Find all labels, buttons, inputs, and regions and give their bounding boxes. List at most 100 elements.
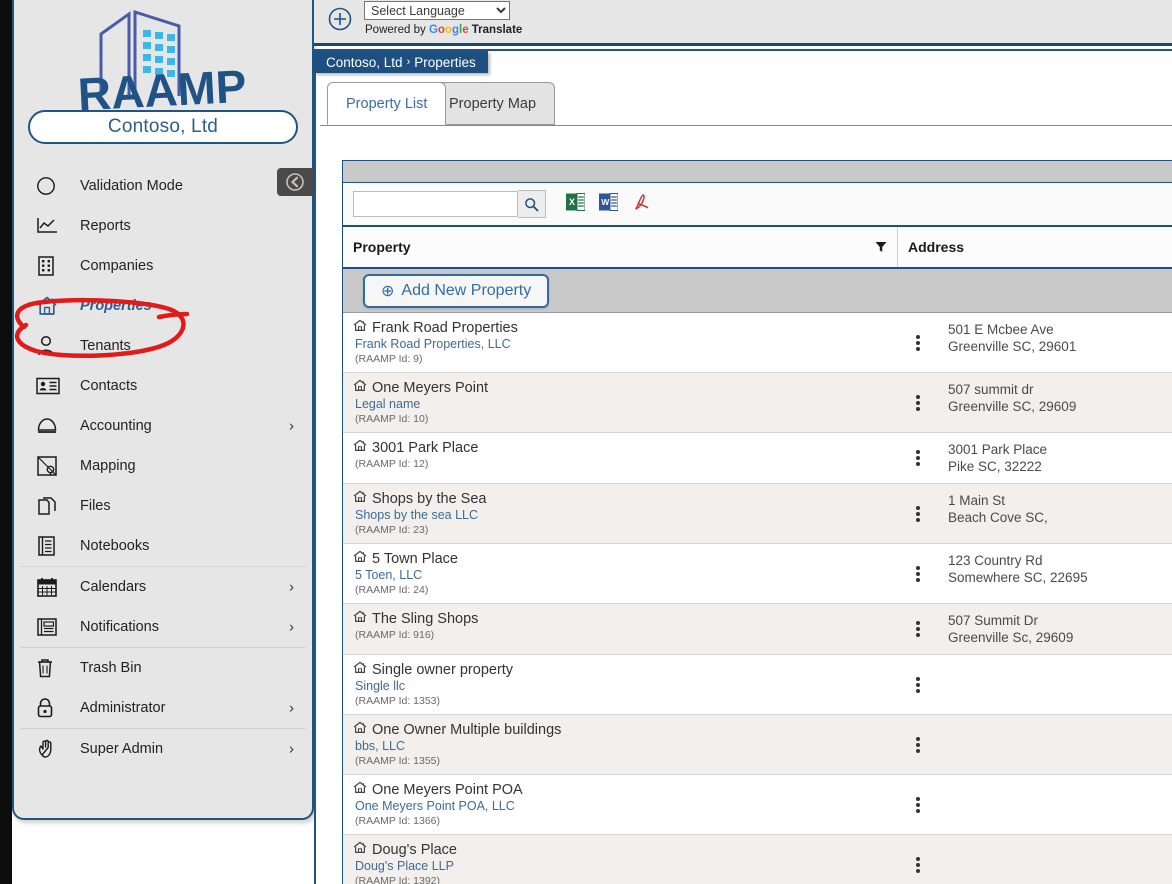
table-row[interactable]: 3001 Park Place (RAAMP Id: 12) 3001 Park P… bbox=[343, 433, 1172, 484]
chevron-right-icon[interactable]: › bbox=[289, 579, 294, 596]
address-line-2: Beach Cove SC, bbox=[948, 510, 1048, 525]
cell-address: 123 Country Rd Somewhere SC, 22695 bbox=[938, 544, 1172, 603]
sidebar-item-companies[interactable]: Companies bbox=[14, 246, 312, 286]
address-line-1: 123 Country Rd bbox=[948, 553, 1043, 568]
table-row[interactable]: The Sling Shops (RAAMP Id: 916) 507 Summit… bbox=[343, 604, 1172, 655]
language-select[interactable]: Select Language bbox=[364, 1, 510, 20]
sidebar-item-properties[interactable]: Properties bbox=[14, 286, 312, 326]
row-actions-menu-button[interactable] bbox=[898, 775, 938, 834]
table-row[interactable]: One Owner Multiple buildings bbs, LLC (RAA… bbox=[343, 715, 1172, 775]
table-row[interactable]: One Meyers Point POA One Meyers Point POA… bbox=[343, 775, 1172, 835]
sidebar-collapse-button[interactable] bbox=[277, 168, 313, 196]
property-name[interactable]: 5 Town Place bbox=[353, 550, 898, 568]
add-new-property-button[interactable]: ⊕ Add New Property bbox=[363, 273, 550, 308]
chevron-right-icon[interactable]: › bbox=[289, 619, 294, 636]
contact-card-icon bbox=[36, 373, 70, 399]
kebab-dot bbox=[916, 633, 920, 637]
excel-export-icon[interactable]: X bbox=[566, 192, 586, 217]
home-icon bbox=[36, 293, 70, 319]
kebab-dot bbox=[916, 571, 920, 576]
search-input[interactable] bbox=[353, 191, 518, 217]
sidebar-item-label: Calendars bbox=[80, 579, 147, 595]
property-raamp-id: (RAAMP Id: 1353) bbox=[355, 695, 441, 707]
kebab-dot bbox=[916, 742, 920, 747]
cell-address: 507 Summit Dr Greenville Sc, 29609 bbox=[938, 604, 1172, 654]
sidebar-item-label: Properties bbox=[80, 298, 152, 314]
property-name[interactable]: Shops by the Sea bbox=[353, 490, 898, 508]
breadcrumb-company[interactable]: Contoso, Ltd bbox=[326, 55, 403, 70]
property-name-text: 3001 Park Place bbox=[372, 439, 479, 456]
pdf-export-icon[interactable] bbox=[632, 192, 652, 217]
property-name[interactable]: The Sling Shops bbox=[353, 610, 898, 628]
property-name[interactable]: Frank Road Properties bbox=[353, 319, 898, 337]
chevron-right-icon[interactable]: › bbox=[289, 418, 294, 435]
sidebar-item-label: Validation Mode bbox=[80, 178, 183, 194]
table-row[interactable]: Single owner property Single llc (RAAMP Id… bbox=[343, 655, 1172, 715]
sidebar-item-notebooks[interactable]: Notebooks bbox=[14, 526, 312, 566]
google-translate-bar: Select Language Powered by Google Transl… bbox=[314, 0, 1172, 46]
property-raamp-id: (RAAMP Id: 10) bbox=[355, 413, 429, 425]
filter-icon[interactable] bbox=[875, 241, 887, 253]
cell-address: 507 summit dr Greenville SC, 29609 bbox=[938, 373, 1172, 432]
kebab-dot bbox=[916, 627, 920, 631]
column-header-property[interactable]: Property bbox=[343, 227, 898, 267]
sidebar-item-super-admin[interactable]: Super Admin › bbox=[14, 729, 312, 769]
table-row[interactable]: Frank Road Properties Frank Road Properti… bbox=[343, 313, 1172, 373]
sidebar-item-contacts[interactable]: Contacts bbox=[14, 366, 312, 406]
row-actions-menu-button[interactable] bbox=[898, 433, 938, 483]
row-actions-menu-button[interactable] bbox=[898, 655, 938, 714]
property-legal-name: Frank Road Properties, LLC bbox=[355, 337, 511, 351]
grid-top-band bbox=[343, 161, 1172, 183]
cell-property: Doug's Place Doug's Place LLP (RAAMP Id: 1… bbox=[343, 835, 898, 884]
sidebar-item-validation-mode[interactable]: Validation Mode bbox=[14, 166, 312, 206]
row-actions-menu-button[interactable] bbox=[898, 604, 938, 654]
property-name[interactable]: One Meyers Point bbox=[353, 379, 898, 397]
add-circle-icon[interactable] bbox=[328, 7, 352, 36]
cell-address: 3001 Park Place Pike SC, 32222 bbox=[938, 433, 1172, 483]
notebook-icon bbox=[36, 533, 70, 559]
column-header-address[interactable]: Address bbox=[898, 227, 1172, 267]
company-name-pill[interactable]: Contoso, Ltd bbox=[28, 110, 298, 144]
row-actions-menu-button[interactable] bbox=[898, 715, 938, 774]
cell-property: One Owner Multiple buildings bbs, LLC (RAA… bbox=[343, 715, 898, 774]
sidebar-item-tenants[interactable]: Tenants bbox=[14, 326, 312, 366]
word-export-icon[interactable]: W bbox=[599, 192, 619, 217]
table-row[interactable]: One Meyers Point Legal name (RAAMP Id: 10)… bbox=[343, 373, 1172, 433]
chevron-right-icon[interactable]: › bbox=[289, 700, 294, 717]
kebab-dot bbox=[916, 688, 920, 693]
property-raamp-id: (RAAMP Id: 916) bbox=[355, 629, 435, 641]
kebab-dot bbox=[916, 406, 920, 411]
tab-property-map-label: Property Map bbox=[449, 95, 537, 112]
property-name[interactable]: Doug's Place bbox=[353, 841, 898, 859]
sidebar-item-administrator[interactable]: Administrator › bbox=[14, 688, 312, 728]
tab-property-map[interactable]: Property Map bbox=[430, 82, 556, 125]
kebab-dot bbox=[916, 334, 920, 339]
row-actions-menu-button[interactable] bbox=[898, 484, 938, 543]
sidebar-item-notifications[interactable]: Notifications › bbox=[14, 607, 312, 647]
table-row[interactable]: Doug's Place Doug's Place LLP (RAAMP Id: 1… bbox=[343, 835, 1172, 884]
row-actions-menu-button[interactable] bbox=[898, 313, 938, 372]
sidebar-item-label: Trash Bin bbox=[80, 660, 142, 676]
property-name[interactable]: One Meyers Point POA bbox=[353, 781, 898, 799]
sidebar-item-files[interactable]: Files bbox=[14, 486, 312, 526]
row-actions-menu-button[interactable] bbox=[898, 373, 938, 432]
table-row[interactable]: Shops by the Sea Shops by the sea LLC (RAA… bbox=[343, 484, 1172, 544]
sidebar-item-calendars[interactable]: Calendars › bbox=[14, 567, 312, 607]
search-button[interactable] bbox=[518, 190, 546, 218]
property-name[interactable]: One Owner Multiple buildings bbox=[353, 721, 898, 739]
tab-property-list[interactable]: Property List bbox=[327, 82, 447, 125]
kebab-dot bbox=[916, 456, 920, 460]
row-actions-menu-button[interactable] bbox=[898, 544, 938, 603]
sidebar-item-mapping[interactable]: Mapping bbox=[14, 446, 312, 486]
property-name[interactable]: Single owner property bbox=[353, 661, 898, 679]
kebab-dot bbox=[916, 450, 920, 454]
table-row[interactable]: 5 Town Place 5 Toen, LLC (RAAMP Id: 24) 123… bbox=[343, 544, 1172, 604]
sidebar-item-accounting[interactable]: Accounting › bbox=[14, 406, 312, 446]
property-legal-name: Shops by the sea LLC bbox=[355, 508, 478, 522]
chevron-right-icon[interactable]: › bbox=[289, 741, 294, 758]
sidebar-item-reports[interactable]: Reports bbox=[14, 206, 312, 246]
row-actions-menu-button[interactable] bbox=[898, 835, 938, 884]
kebab-dot bbox=[916, 621, 920, 625]
sidebar-item-trash-bin[interactable]: Trash Bin bbox=[14, 648, 312, 688]
property-name[interactable]: 3001 Park Place bbox=[353, 439, 898, 457]
